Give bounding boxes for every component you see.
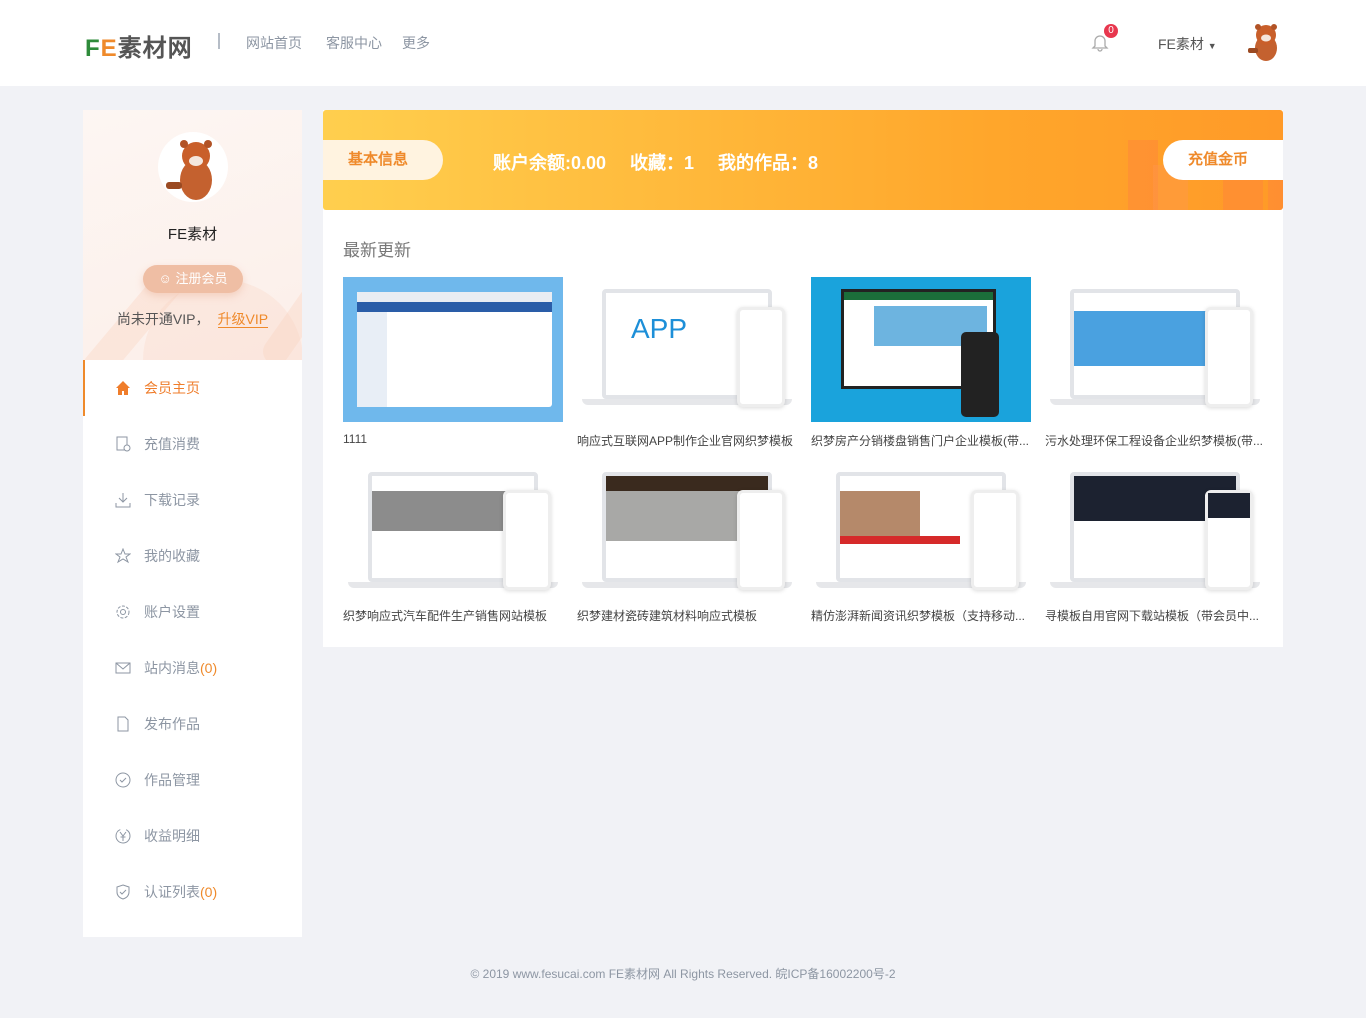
sidebar-item-downloads[interactable]: 下载记录 [83,472,302,528]
template-thumbnail[interactable] [1045,460,1265,597]
template-card[interactable]: 精仿澎湃新闻资讯织梦模板（支持移动... [811,460,1031,624]
sidebar-item-favorites[interactable]: 我的收藏 [83,528,302,584]
template-thumbnail[interactable] [343,277,563,422]
top-header: FE素材网 网站首页 客服中心 更多 0 FE素材 ▼ [0,0,1366,86]
nav-home[interactable]: 网站首页 [246,33,302,53]
template-thumbnail[interactable]: APP [577,277,797,422]
template-thumbnail[interactable] [811,277,1031,422]
template-card[interactable]: 污水处理环保工程设备企业织梦模板(带... [1045,277,1265,449]
vip-text: 尚未开通VIP， [116,311,210,327]
file-icon [115,716,131,732]
recharge-button[interactable]: 充值金币 [1163,140,1283,180]
user-icon: ☺ [158,271,172,286]
menu-label: 我的收藏 [144,548,200,564]
menu-label: 充值消费 [144,436,200,452]
caret-down-icon: ▼ [1207,41,1217,51]
account-stats: 账户余额:0.00 收藏：1 我的作品：8 [493,149,842,175]
vip-status: 尚未开通VIP， 升级VIP [83,309,302,329]
message-count: (0) [200,660,218,676]
register-member-button[interactable]: ☺ 注册会员 [143,265,243,293]
template-title[interactable]: 污水处理环保工程设备企业织梦模板(带... [1045,432,1265,449]
template-thumbnail[interactable] [1045,277,1265,422]
menu-label: 会员主页 [144,380,200,396]
profile-name: FE素材 [167,226,218,243]
template-card[interactable]: 1111 [343,277,563,446]
menu-label: 作品管理 [144,772,200,788]
menu-label: 站内消息 [144,660,200,676]
yen-icon [115,828,131,844]
menu-label: 下载记录 [144,492,200,508]
sidebar-item-earnings[interactable]: 收益明细 [83,808,302,864]
sidebar-menu: 会员主页 充值消费 下载记录 我的收藏 账户设置 站内消息 (0) 发布作品 作品… [83,360,302,920]
balance: 账户余额:0.00 [493,153,607,173]
main-panel: 基本信息 账户余额:0.00 收藏：1 我的作品：8 充值金币 最新更新 1111 … [323,110,1283,647]
template-card[interactable]: 寻模板自用官网下载站模板（带会员中... [1045,460,1265,624]
user-menu[interactable]: FE素材 ▼ [1158,34,1217,54]
profile-avatar [158,132,228,202]
divider [218,33,220,49]
account-banner: 基本信息 账户余额:0.00 收藏：1 我的作品：8 充值金币 [323,110,1283,210]
favorites-count: 收藏：1 [630,153,695,173]
mail-icon [115,660,131,676]
star-icon [115,548,131,564]
shield-icon [115,884,131,900]
template-card[interactable]: 织梦建材瓷砖建筑材料响应式模板 [577,460,797,624]
footer-copyright: © 2019 www.fesucai.com FE素材网 All Rights … [470,967,896,981]
gear-icon [115,604,131,620]
download-icon [115,492,131,508]
menu-label: 认证列表 [144,884,200,900]
works-count: 我的作品：8 [718,153,819,173]
profile-card: FE素材 ☺ 注册会员 尚未开通VIP， 升级VIP [83,110,302,360]
menu-label: 发布作品 [144,716,200,732]
template-thumbnail[interactable] [577,460,797,597]
template-card[interactable]: 织梦房产分销楼盘销售门户企业模板(带... [811,277,1031,449]
sidebar: FE素材 ☺ 注册会员 尚未开通VIP， 升级VIP 会员主页 充值消费 下载记录… [83,110,302,937]
template-thumbnail[interactable] [811,460,1031,597]
sidebar-item-works[interactable]: 作品管理 [83,752,302,808]
menu-label: 账户设置 [144,604,200,620]
avatar[interactable] [1244,22,1282,62]
template-thumbnail[interactable] [343,460,563,597]
recharge-icon [115,436,131,452]
nav-service[interactable]: 客服中心 [326,33,382,53]
cert-count: (0) [200,884,218,900]
sidebar-item-recharge[interactable]: 充值消费 [83,416,302,472]
upgrade-vip-link[interactable]: 升级VIP [217,311,269,328]
logo-text: 素材网 [117,35,193,62]
nav-more[interactable]: 更多 [402,33,430,53]
template-title[interactable]: 织梦建材瓷砖建筑材料响应式模板 [577,607,797,624]
sidebar-item-messages[interactable]: 站内消息 (0) [83,640,302,696]
tab-basic-info[interactable]: 基本信息 [323,140,443,180]
template-title[interactable]: 织梦响应式汽车配件生产销售网站模板 [343,607,563,624]
site-logo[interactable]: FE素材网 [85,28,193,63]
template-title[interactable]: 1111 [343,432,563,446]
logo-f: F [85,35,101,62]
section-title: 最新更新 [343,241,411,260]
menu-label: 收益明细 [144,828,200,844]
check-circle-icon [115,772,131,788]
template-card[interactable]: 织梦响应式汽车配件生产销售网站模板 [343,460,563,624]
template-title[interactable]: 精仿澎湃新闻资讯织梦模板（支持移动... [811,607,1031,624]
username: FE素材 [1158,36,1204,52]
sidebar-item-publish[interactable]: 发布作品 [83,696,302,752]
sidebar-item-home[interactable]: 会员主页 [83,360,302,416]
logo-e: E [100,35,118,62]
template-title[interactable]: 寻模板自用官网下载站模板（带会员中... [1045,607,1265,624]
template-card[interactable]: APP 响应式互联网APP制作企业官网织梦模板 [577,277,797,449]
sidebar-item-settings[interactable]: 账户设置 [83,584,302,640]
sidebar-item-certification[interactable]: 认证列表 (0) [83,864,302,920]
template-title[interactable]: 织梦房产分销楼盘销售门户企业模板(带... [811,432,1031,449]
home-icon [115,380,131,396]
register-label: 注册会员 [175,271,228,286]
template-title[interactable]: 响应式互联网APP制作企业官网织梦模板 [577,432,797,449]
notification-badge: 0 [1104,24,1118,38]
